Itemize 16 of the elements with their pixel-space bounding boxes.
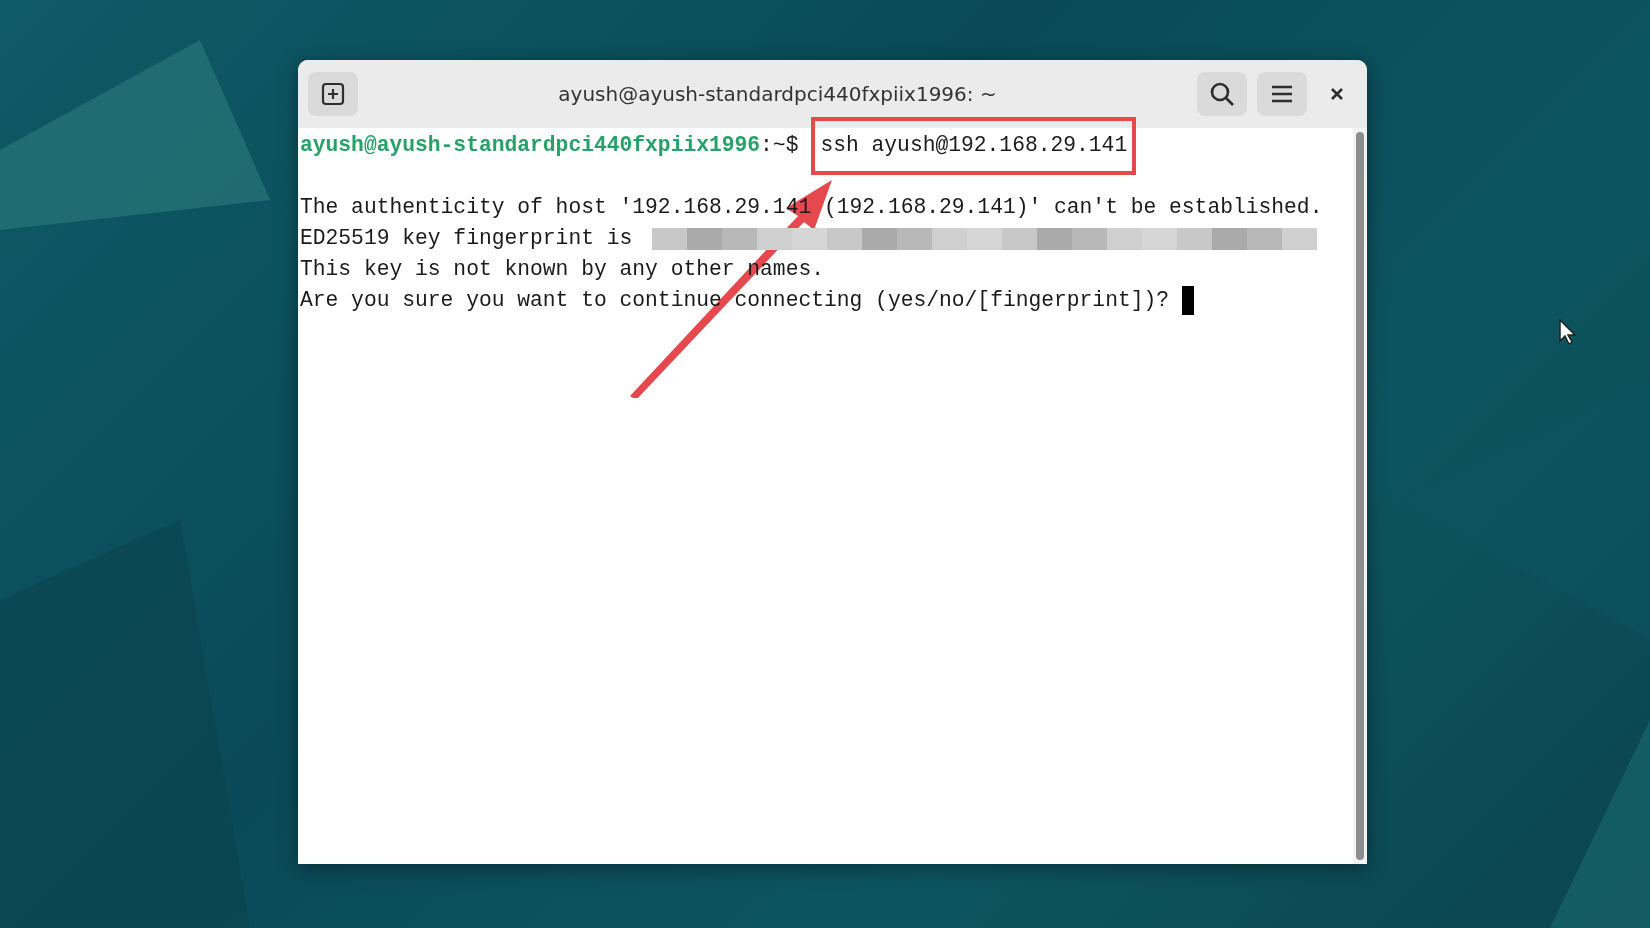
text-cursor [1182, 286, 1195, 315]
search-button[interactable] [1197, 72, 1247, 116]
plus-square-icon [321, 82, 345, 106]
prompt-path: :~$ [760, 132, 799, 159]
new-tab-button[interactable] [308, 72, 358, 116]
menu-button[interactable] [1257, 72, 1307, 116]
window-title: ayush@ayush-standardpci440fxpiix1996: ~ [557, 82, 998, 106]
scrollbar[interactable] [1353, 128, 1367, 864]
search-icon [1209, 81, 1235, 107]
terminal-output: ED25519 key fingerprint is [300, 225, 633, 252]
terminal-prompt: Are you sure you want to continue connecting (yes/no/[fingerprint])? [300, 287, 1170, 314]
menu-icon [1270, 84, 1294, 104]
mouse-cursor-icon [1558, 318, 1578, 346]
terminal-command: ssh ayush@192.168.29.141 [811, 116, 1137, 175]
close-icon [1329, 86, 1345, 102]
prompt-user: ayush@ayush-standardpci440fxpiix1996 [300, 132, 761, 159]
